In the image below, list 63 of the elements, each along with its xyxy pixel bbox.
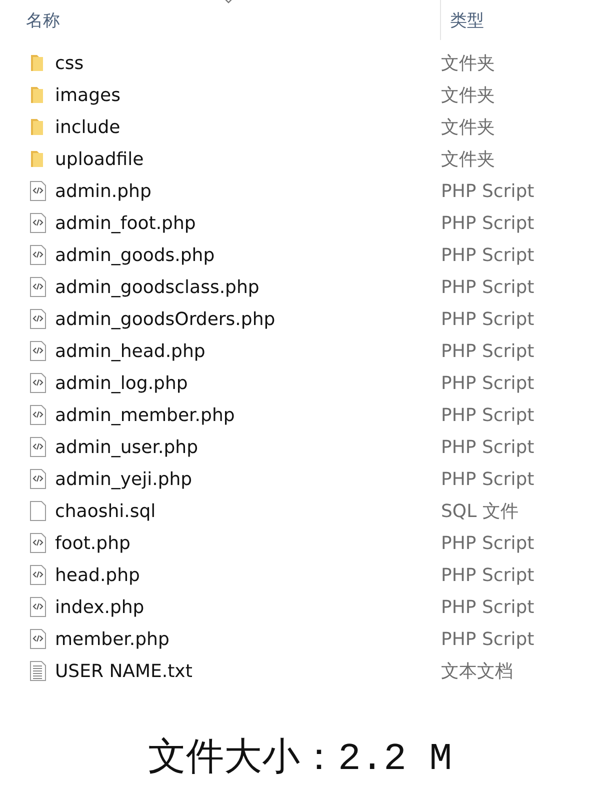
folder-icon [29,53,45,73]
file-name[interactable]: admin_user.php [55,436,441,458]
file-type: SQL 文件 [441,500,518,523]
code-file-icon [29,564,47,586]
file-type: PHP Script [441,212,534,234]
file-name[interactable]: uploadfile [55,148,441,170]
code-file-icon [29,276,47,298]
file-name[interactable]: admin_head.php [55,340,441,362]
file-icon [29,500,47,522]
file-type: 文件夹 [441,52,495,75]
column-header[interactable]: 类型 [450,10,484,30]
file-type: PHP Script [441,564,534,586]
file-type: PHP Script [441,628,534,650]
file-type: PHP Script [441,244,534,266]
code-file-icon [29,628,47,650]
file-type: PHP Script [441,276,534,298]
file-name[interactable]: head.php [55,564,441,586]
file-type: 文件夹 [441,148,495,171]
file-name[interactable]: images [55,84,441,106]
code-file-icon [29,436,47,458]
code-file-icon [29,372,47,394]
caption-text: 文件大小：2.2 M [148,738,452,781]
file-type: PHP Script [441,340,534,362]
file-type: PHP Script [441,436,534,458]
code-file-icon [29,468,47,490]
column-header[interactable]: 名称 [26,8,60,32]
code-file-icon [29,532,47,554]
file-name[interactable]: admin_foot.php [55,212,441,234]
file-type: PHP Script [441,308,534,330]
file-name[interactable]: admin_goodsclass.php [55,276,441,298]
file-name[interactable]: chaoshi.sql [55,500,441,522]
code-file-icon [29,180,47,202]
file-name[interactable]: admin_goods.php [55,244,441,266]
file-type: 文件夹 [441,84,495,107]
file-type: PHP Script [441,372,534,394]
file-type: PHP Script [441,180,534,202]
file-type: 文件夹 [441,116,495,139]
file-name[interactable]: admin_member.php [55,404,441,426]
file-name[interactable]: include [55,116,441,138]
folder-icon [29,149,45,169]
code-file-icon [29,308,47,330]
file-type: 文本文档 [441,660,513,683]
file-type: PHP Script [441,468,534,490]
file-name[interactable]: USER NAME.txt [55,660,441,682]
folder-icon [29,85,45,105]
file-name[interactable]: index.php [55,596,441,618]
file-type: PHP Script [441,596,534,618]
code-file-icon [29,212,47,234]
file-name[interactable]: admin_yeji.php [55,468,441,490]
code-file-icon [29,340,47,362]
file-name[interactable]: foot.php [55,532,441,554]
file-name[interactable]: admin.php [55,180,441,202]
folder-icon [29,117,45,137]
text-file-icon [29,660,47,682]
code-file-icon [29,596,47,618]
file-name[interactable]: admin_log.php [55,372,441,394]
code-file-icon [29,244,47,266]
code-file-icon [29,404,47,426]
file-name[interactable]: css [55,52,441,74]
file-name[interactable]: member.php [55,628,441,650]
file-name[interactable]: admin_goodsOrders.php [55,308,441,330]
file-type: PHP Script [441,404,534,426]
file-type: PHP Script [441,532,534,554]
